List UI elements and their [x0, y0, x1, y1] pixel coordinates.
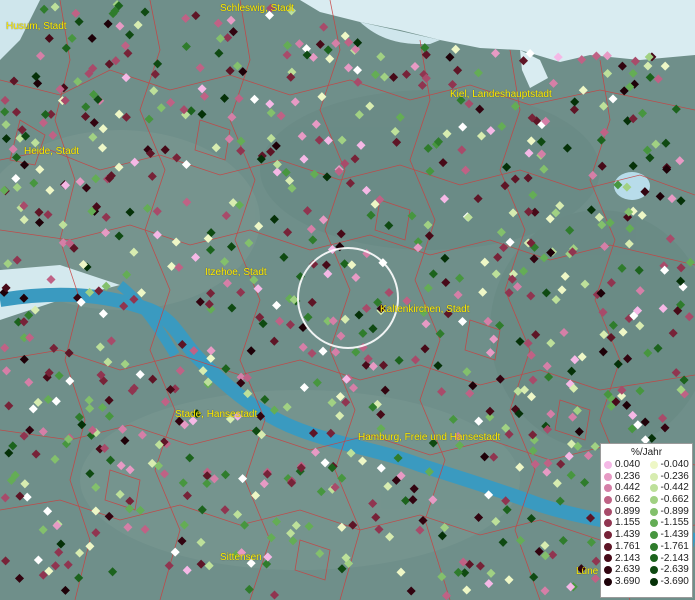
legend-value: -2.143 — [660, 552, 689, 564]
legend-swatch — [604, 484, 612, 493]
legend-swatch — [649, 495, 658, 504]
legend-value: -0.236 — [660, 470, 689, 482]
legend-entry-negative: -1.439 — [647, 529, 693, 541]
legend-value: -0.442 — [660, 482, 689, 494]
legend-value: -1.439 — [660, 529, 689, 541]
legend-value: -0.899 — [660, 505, 689, 517]
legend-entry-negative: -2.143 — [647, 553, 693, 565]
legend-row: 1.761 -1.761 — [601, 541, 692, 553]
legend-swatch — [604, 542, 612, 551]
city-label-heide: Heide, Stadt — [24, 146, 80, 157]
legend-value: 0.662 — [615, 494, 641, 506]
legend-entry-positive: 2.639 — [601, 564, 647, 576]
legend-value: 1.761 — [615, 540, 641, 552]
legend-row: 1.439 -1.439 — [601, 529, 692, 541]
legend-swatch — [604, 577, 612, 586]
legend-title: %/Jahr — [630, 447, 663, 458]
legend-value: 1.155 — [615, 517, 641, 529]
legend-swatch — [649, 460, 658, 469]
legend-entry-positive: 0.040 — [601, 459, 647, 471]
legend-swatch — [649, 554, 658, 563]
legend-swatch — [649, 484, 658, 493]
legend-value: 2.143 — [615, 552, 641, 564]
legend: %/Jahr 0.040 -0.040 0.236 -0.236 0.442 -0.442… — [600, 443, 693, 598]
legend-value: 0.236 — [615, 470, 641, 482]
legend-entry-positive: 0.662 — [601, 494, 647, 506]
legend-value: -1.761 — [660, 540, 689, 552]
legend-entry-positive: 0.899 — [601, 506, 647, 518]
legend-value: 0.442 — [615, 482, 641, 494]
legend-value: -0.662 — [660, 494, 689, 506]
legend-entry-negative: -3.690 — [647, 576, 693, 588]
legend-entry-positive: 1.155 — [601, 517, 647, 529]
legend-swatch — [604, 507, 612, 516]
legend-value: 0.040 — [615, 459, 641, 470]
legend-swatch — [604, 472, 612, 481]
city-label-stade: Stade, Hansestadt — [175, 409, 258, 420]
legend-value: 2.639 — [615, 564, 641, 576]
legend-row: 0.236 -0.236 — [601, 471, 692, 483]
legend-swatch — [649, 577, 658, 586]
legend-swatch — [649, 566, 658, 575]
legend-row: 2.639 -2.639 — [601, 564, 692, 576]
legend-value: 3.690 — [615, 575, 641, 587]
city-label-sittensen: Sittensen — [220, 552, 262, 563]
legend-row: 2.143 -2.143 — [601, 553, 692, 565]
legend-entry-positive: 0.236 — [601, 471, 647, 483]
legend-swatch — [649, 519, 658, 528]
legend-swatch — [604, 530, 612, 539]
legend-row: 0.040 -0.040 — [601, 459, 692, 471]
legend-entry-positive: 0.442 — [601, 482, 647, 494]
legend-entry-positive: 2.143 — [601, 553, 647, 565]
legend-swatch — [649, 542, 658, 551]
city-label-hamburg: Hamburg, Freie und Hansestadt — [358, 432, 501, 443]
legend-entry-positive: 1.439 — [601, 529, 647, 541]
city-label-itzehoe: Itzehoe, Stadt — [205, 267, 267, 278]
city-label-schleswig: Schleswig, Stadt — [220, 3, 294, 14]
legend-row: 1.155 -1.155 — [601, 517, 692, 529]
legend-swatch — [649, 530, 658, 539]
legend-row: 0.899 -0.899 — [601, 506, 692, 518]
legend-entry-negative: -1.155 — [647, 517, 693, 529]
legend-value: -2.639 — [660, 564, 689, 576]
legend-value: 0.899 — [615, 505, 641, 517]
legend-row: 3.690 -3.690 — [601, 576, 692, 588]
legend-swatch — [604, 554, 612, 563]
city-label-luene: Lüne — [576, 566, 599, 577]
legend-value: -0.040 — [660, 459, 689, 470]
legend-entry-negative: -0.236 — [647, 471, 693, 483]
legend-entry-negative: -0.899 — [647, 506, 693, 518]
legend-swatch — [649, 472, 658, 481]
legend-swatch — [649, 507, 658, 516]
legend-entry-negative: -1.761 — [647, 541, 693, 553]
legend-swatch — [604, 460, 612, 469]
legend-row: 0.442 -0.442 — [601, 482, 692, 494]
map-canvas[interactable] — [0, 0, 695, 600]
city-label-husum: Husum, Stadt — [6, 21, 67, 32]
legend-value: -3.690 — [660, 575, 689, 587]
legend-swatch — [604, 519, 612, 528]
legend-swatch — [604, 566, 612, 575]
legend-value: 1.439 — [615, 529, 641, 541]
legend-entry-negative: -0.040 — [647, 459, 693, 471]
legend-value: -1.155 — [660, 517, 689, 529]
city-label-kaltenkirchen: Kaltenkirchen, Stadt — [380, 304, 470, 315]
legend-entry-negative: -0.442 — [647, 482, 693, 494]
legend-entry-positive: 1.761 — [601, 541, 647, 553]
city-label-kiel: Kiel, Landeshauptstadt — [450, 89, 552, 100]
legend-rows: 0.040 -0.040 0.236 -0.236 0.442 -0.442 0.662 -0… — [601, 459, 692, 588]
legend-entry-negative: -2.639 — [647, 564, 693, 576]
legend-swatch — [604, 495, 612, 504]
legend-row: 0.662 -0.662 — [601, 494, 692, 506]
legend-entry-positive: 3.690 — [601, 576, 647, 588]
legend-entry-negative: -0.662 — [647, 494, 693, 506]
